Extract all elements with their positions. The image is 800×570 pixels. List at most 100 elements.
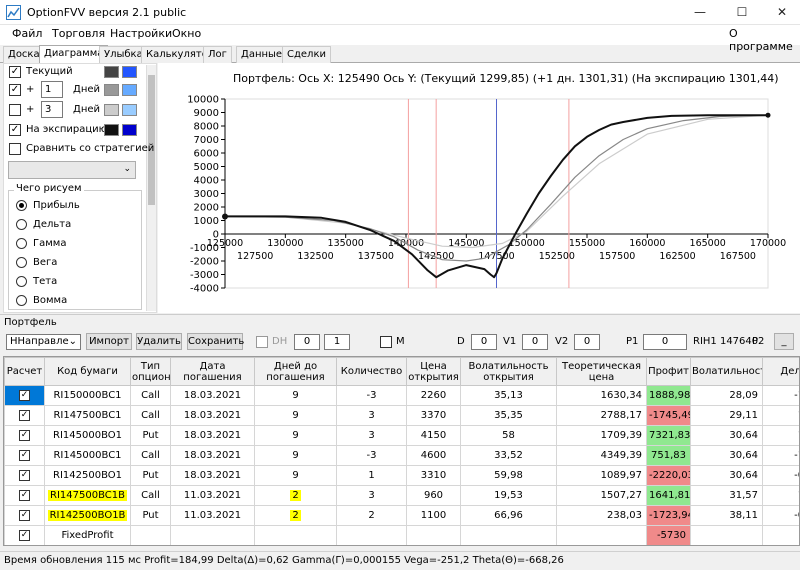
col-qty[interactable]: Количество [336,357,407,386]
portfolio-select[interactable]: HНаправле ⌄ [6,334,81,350]
cell-profit[interactable]: 7321,83 [646,425,691,446]
cell-date[interactable]: 11.03.2021 [170,485,255,506]
cell-type[interactable]: Put [130,505,171,526]
col-vol-open[interactable]: Волатильность открытия [460,357,557,386]
dh-checkbox[interactable] [256,336,268,348]
cell-price[interactable]: 960 [406,485,461,506]
cell-code[interactable]: RI142500BO1 [44,465,131,486]
cell-vol[interactable]: 19,53 [460,485,557,506]
calc-checkbox[interactable]: ✓ [19,529,30,541]
calc-checkbox[interactable]: ✓ [19,429,30,441]
table-row[interactable]: ✓ RI142500BO1B Put 11.03.2021 2 2 1100 66,96 238… [4,505,799,526]
cell-v[interactable]: 31,57 [690,485,763,506]
v2-input[interactable]: 0 [574,334,600,350]
cell-price[interactable]: 4150 [406,425,461,446]
col-calc[interactable]: Расчет [4,357,45,386]
cell-vol[interactable]: 66,96 [460,505,557,526]
cell-price[interactable]: 3310 [406,465,461,486]
cell-days[interactable]: 9 [254,385,337,406]
expiry-color-1[interactable] [104,124,119,136]
cell-theo[interactable]: 1089,97 [556,465,647,486]
cell-d[interactable]: -1,96 [762,445,799,466]
menu-file[interactable]: Файл [12,27,42,40]
days2-color-1[interactable] [104,104,119,116]
col-price[interactable]: Цена открытия [406,357,461,386]
cell-days[interactable]: 2 [254,505,337,526]
table-row[interactable]: ✓ RI145000BO1 Put 18.03.2021 9 3 4150 58 1709,39… [4,425,799,446]
compare-checkbox[interactable] [9,143,21,155]
cell-d[interactable]: 1,55 [762,405,799,426]
cell-type[interactable]: Call [130,405,171,426]
cell-d[interactable]: 1,56 [762,485,799,506]
days2-color-2[interactable] [122,104,137,116]
cell-profit[interactable]: -1723,94 [646,505,691,526]
cell-code[interactable]: RI145000BO1 [44,425,131,446]
cell-theo[interactable]: 1630,34 [556,385,647,406]
calc-checkbox-cell[interactable]: ✓ [4,445,45,466]
radio-profit[interactable] [16,200,27,211]
table-row[interactable]: ✓ RI147500BC1B Call 11.03.2021 2 3 960 19,53 150… [4,485,799,506]
cell-v[interactable]: 30,64 [690,445,763,466]
cell-type[interactable]: Call [130,385,171,406]
cell-theo[interactable]: 1709,39 [556,425,647,446]
expiry-checkbox[interactable]: ✓ [9,124,21,136]
dh-spin-1[interactable]: 0 [294,334,320,350]
calc-checkbox-cell[interactable]: ✓ [4,505,45,526]
strategy-dropdown[interactable]: ⌄ [8,161,136,179]
cell-days[interactable]: 9 [254,465,337,486]
cell-profit[interactable]: -2220,03 [646,465,691,486]
cell-qty[interactable]: 2 [336,505,407,526]
cell-theo[interactable]: 1507,27 [556,485,647,506]
calc-checkbox[interactable]: ✓ [19,449,30,461]
close-button[interactable]: ✕ [762,0,800,25]
cell-vol[interactable]: 59,98 [460,465,557,486]
col-theo[interactable]: Теоретическая цена [556,357,647,386]
days2-checkbox[interactable] [9,104,21,116]
current-color-1[interactable] [104,66,119,78]
cell-v[interactable]: 29,11 [690,405,763,426]
cell-date[interactable]: 18.03.2021 [170,405,255,426]
cell-price[interactable]: 4600 [406,445,461,466]
cell-price[interactable]: 1100 [406,505,461,526]
menu-settings[interactable]: Настройки [110,27,172,40]
cell-vol[interactable]: 58 [460,425,557,446]
cell-qty[interactable]: 3 [336,485,407,506]
tab-trades[interactable]: Сделки [282,46,331,63]
col-code[interactable]: Код бумаги [44,357,131,386]
cell-v[interactable]: 30,64 [690,425,763,446]
cell-date[interactable]: 11.03.2021 [170,505,255,526]
cell-type[interactable]: Call [130,485,171,506]
current-checkbox[interactable]: ✓ [9,66,21,78]
expiry-color-2[interactable] [122,124,137,136]
cell-theo[interactable]: 238,03 [556,505,647,526]
calc-checkbox-cell[interactable]: ✓ [4,385,45,406]
m-checkbox[interactable] [380,336,392,348]
calc-checkbox[interactable]: ✓ [19,389,30,401]
cell-qty[interactable]: 3 [336,405,407,426]
col-type[interactable]: Тип опциона [130,357,171,386]
profit-chart[interactable]: 10000 9000 8000 7000 6000 5000 4000 3000 2000 100… [158,63,800,313]
radio-delta[interactable] [16,219,27,230]
cell-vol[interactable]: 35,35 [460,405,557,426]
cell-date[interactable]: 18.03.2021 [170,385,255,406]
calc-checkbox[interactable]: ✓ [19,409,30,421]
cell-d[interactable]: 1,04 [762,425,799,446]
radio-vomma[interactable] [16,295,27,306]
extra-button[interactable]: _ [774,333,794,350]
cell-profit[interactable]: 751,83 [646,445,691,466]
days1-color-1[interactable] [104,84,119,96]
calc-checkbox[interactable]: ✓ [19,469,30,481]
table-row[interactable]: ✓ RI147500BC1 Call 18.03.2021 9 3 3370 35,35 278… [4,405,799,426]
splitter[interactable] [0,314,800,315]
col-days[interactable]: Дней до погашения [254,357,337,386]
calc-checkbox[interactable]: ✓ [19,489,30,501]
cell-days[interactable]: 9 [254,405,337,426]
days1-color-2[interactable] [122,84,137,96]
radio-theta[interactable] [16,276,27,287]
v1-input[interactable]: 0 [522,334,548,350]
cell-days[interactable]: 9 [254,425,337,446]
dh-spin-2[interactable]: 1 [324,334,350,350]
calc-checkbox-cell[interactable]: ✓ [4,485,45,506]
import-button[interactable]: Импорт [86,333,132,350]
cell-qty[interactable]: 3 [336,425,407,446]
